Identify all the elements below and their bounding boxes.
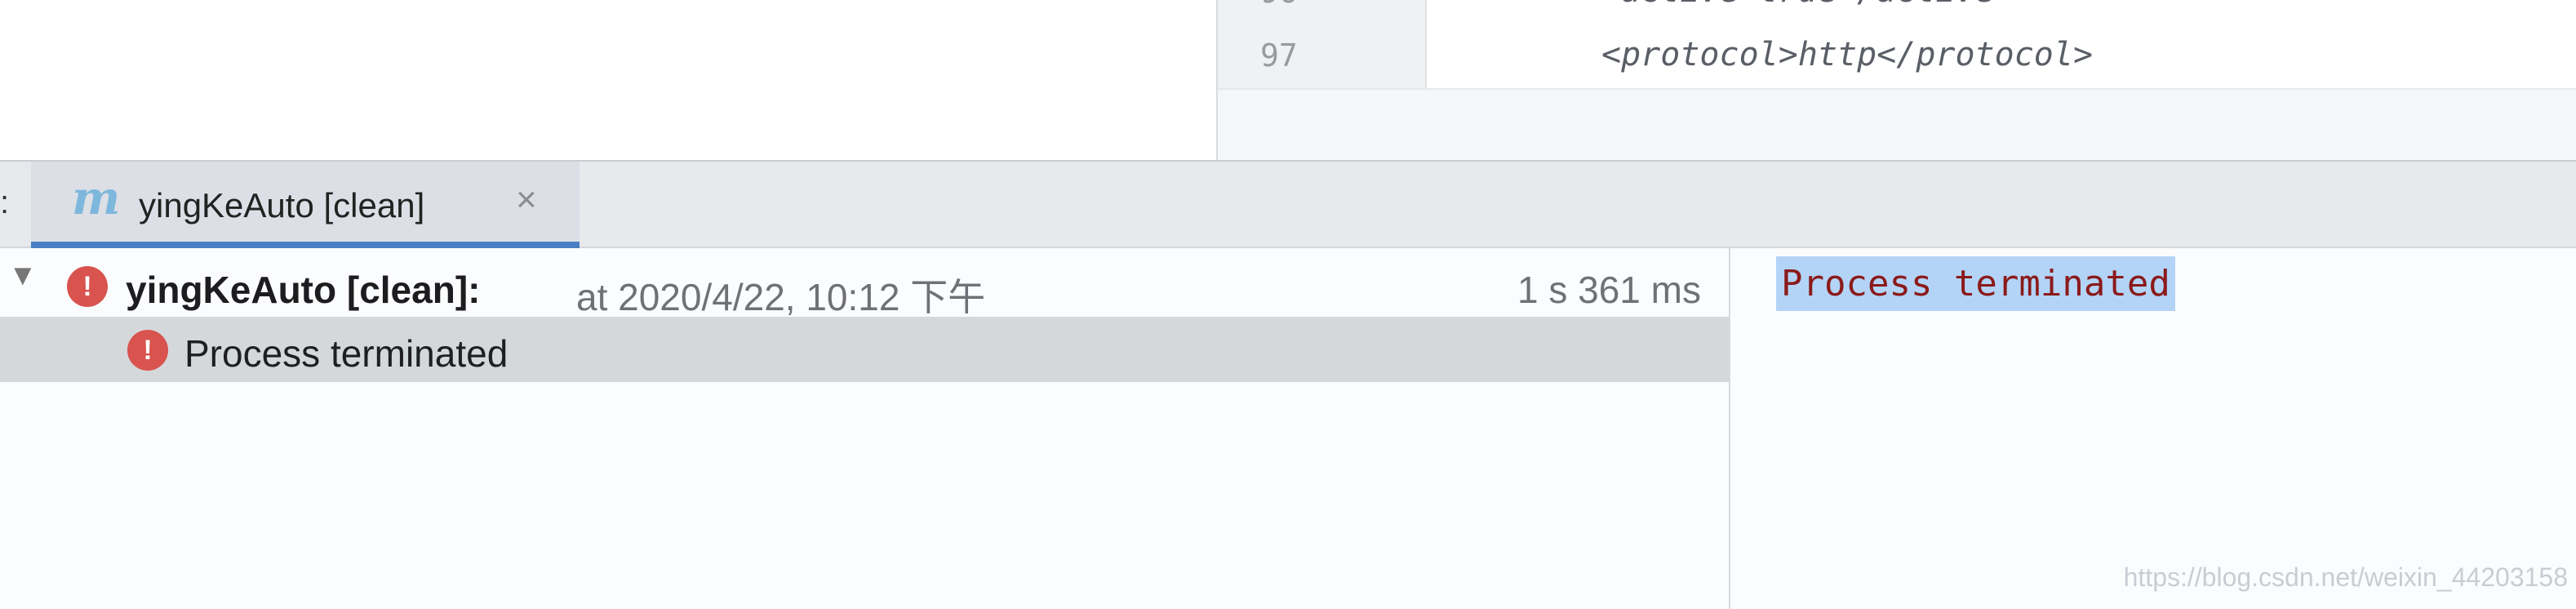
code-line[interactable]: <active>true</active> [1601,0,2014,10]
error-icon: ! [67,266,108,307]
maven-icon: m [72,171,121,225]
code-line[interactable]: <protocol>http</protocol> [1601,36,2093,73]
line-number: 96 [1260,0,1375,10]
run-tree: ▼ ! yingKeAuto [clean]: at 2020/4/22, 10… [0,248,1730,609]
tree-row-root[interactable]: ▼ ! yingKeAuto [clean]: at 2020/4/22, 10… [0,248,1729,318]
code-editor: 96 97 <active>true</active> <protocol>ht… [1216,0,2576,162]
run-duration: 1 s 361 ms [1517,269,1701,311]
ide-window: 96 97 <active>true</active> <protocol>ht… [0,0,2576,609]
line-number: 97 [1260,38,1298,73]
chevron-down-icon[interactable]: ▼ [8,258,38,292]
tree-row-child[interactable]: ! Process terminated [0,317,1729,382]
run-name: yingKeAuto [clean]: [126,269,481,311]
console-output[interactable]: Process terminated https://blog.csdn.net… [1730,248,2576,609]
tree-item-label: Process terminated [184,332,509,375]
run-timestamp: at 2020/4/22, 10:12 下午 [576,276,986,318]
code-area[interactable]: <active>true</active> <protocol>http</pr… [1427,0,2576,88]
close-icon[interactable]: × [516,180,537,220]
tab-yingkeauto-clean[interactable]: m yingKeAuto [clean] × [31,162,580,248]
active-tab-indicator [31,242,580,248]
console-line[interactable]: Process terminated [1776,256,2175,311]
project-pane [0,0,1216,160]
tool-window-label: : [0,184,10,220]
line-gutter: 96 97 [1218,0,1427,88]
error-icon: ! [127,330,168,371]
editor-footer [1218,88,2576,162]
watermark: https://blog.csdn.net/weixin_44203158 [2123,562,2568,592]
tool-window-tabbar: : m yingKeAuto [clean] × [0,160,2576,248]
tab-title: yingKeAuto [clean] [139,186,425,224]
